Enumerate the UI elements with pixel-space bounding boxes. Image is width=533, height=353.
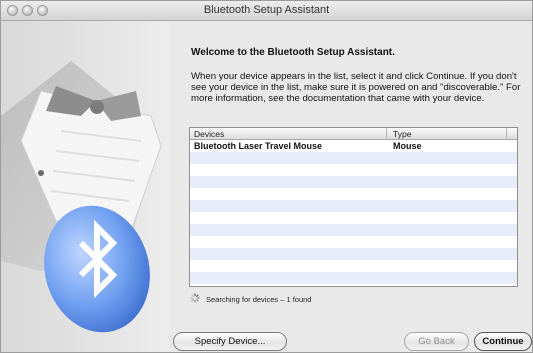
device-rows: Bluetooth Laser Travel Mouse Mouse (190, 140, 517, 284)
assistant-artwork (1, 21, 169, 352)
welcome-heading: Welcome to the Bluetooth Setup Assistant… (191, 47, 395, 58)
empty-table-row[interactable] (190, 224, 517, 236)
empty-table-row[interactable] (190, 260, 517, 272)
specify-device-button[interactable]: Specify Device... (173, 332, 287, 351)
instructions-text: When your device appears in the list, se… (191, 71, 521, 105)
device-list-header: Devices Type (190, 128, 517, 140)
searching-spinner-icon (190, 293, 200, 303)
empty-table-row[interactable] (190, 212, 517, 224)
bluetooth-setup-window: Bluetooth Setup Assistant Welcome to the… (0, 0, 533, 353)
continue-button[interactable]: Continue (474, 332, 532, 351)
column-header-type[interactable]: Type (393, 129, 411, 139)
search-status: Searching for devices – 1 found (206, 295, 312, 304)
empty-table-row[interactable] (190, 164, 517, 176)
empty-table-row[interactable] (190, 272, 517, 284)
column-header-devices[interactable]: Devices (194, 129, 224, 139)
empty-table-row[interactable] (190, 200, 517, 212)
tuxedo-illustration (1, 21, 169, 352)
device-name: Bluetooth Laser Travel Mouse (194, 141, 323, 151)
empty-table-row[interactable] (190, 188, 517, 200)
go-back-button[interactable]: Go Back (404, 332, 469, 351)
device-list[interactable]: Devices Type Bluetooth Laser Travel Mous… (189, 127, 518, 287)
empty-table-row[interactable] (190, 248, 517, 260)
device-type: Mouse (393, 141, 422, 151)
table-row[interactable]: Bluetooth Laser Travel Mouse Mouse (190, 140, 517, 152)
window-title: Bluetooth Setup Assistant (203, 4, 330, 16)
title-bar[interactable]: Bluetooth Setup Assistant (1, 1, 532, 21)
empty-table-row[interactable] (190, 236, 517, 248)
empty-table-row[interactable] (190, 152, 517, 164)
empty-table-row[interactable] (190, 176, 517, 188)
